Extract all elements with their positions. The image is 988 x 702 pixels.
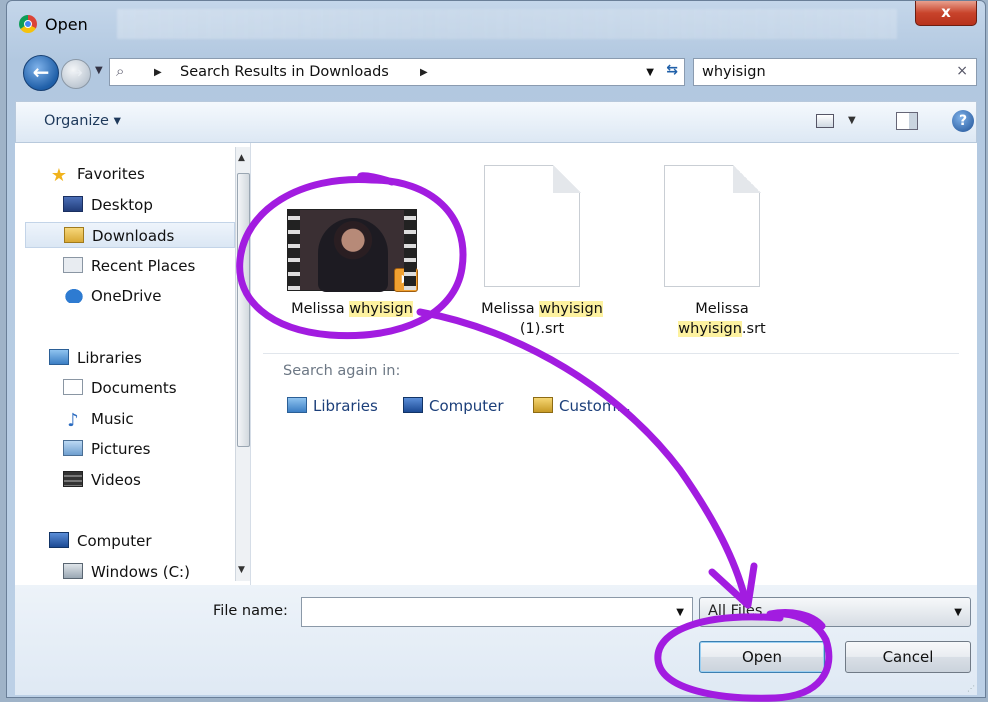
- chevron-down-icon: ▼: [954, 607, 962, 618]
- pictures-icon: [63, 440, 83, 456]
- back-button[interactable]: ←: [23, 55, 59, 91]
- command-bar: Organize ▾ ▼ ?: [15, 101, 977, 143]
- search-again-libraries[interactable]: Libraries: [287, 397, 378, 415]
- nav-music[interactable]: ♪ Music: [63, 406, 133, 432]
- document-fold-icon: [553, 165, 581, 193]
- file-name: Melissa whyisign (1).srt: [481, 301, 603, 337]
- forward-arrow-icon: →: [69, 63, 83, 82]
- scroll-thumb[interactable]: [237, 173, 250, 447]
- file-list: ▶ Melissa whyisign Melissa whyisign (1).s…: [251, 143, 977, 585]
- blurred-background-tabs: [117, 9, 897, 39]
- nav-favorites[interactable]: ★ Favorites: [49, 161, 145, 187]
- nav-libraries[interactable]: Libraries: [49, 345, 142, 371]
- drive-icon: [63, 563, 83, 579]
- nav-onedrive[interactable]: OneDrive: [63, 283, 162, 309]
- nav-windows-drive[interactable]: Windows (C:): [63, 559, 190, 585]
- nav-documents[interactable]: Documents: [63, 375, 177, 401]
- open-dialog: Open x ← → ▼ ⌕ ▶ Search Results in Downl…: [6, 0, 986, 698]
- open-button[interactable]: Open: [699, 641, 825, 673]
- library-icon: [287, 397, 307, 413]
- file-name: Melissa whyisign.srt: [678, 301, 766, 337]
- nav-downloads[interactable]: Downloads: [25, 222, 235, 248]
- recent-places-icon: [63, 257, 83, 273]
- organize-menu[interactable]: Organize ▾: [44, 113, 121, 129]
- document-fold-icon: [733, 165, 761, 193]
- search-again-label: Search again in:: [283, 363, 401, 379]
- nav-videos[interactable]: Videos: [63, 467, 141, 493]
- breadcrumb[interactable]: Search Results in Downloads: [180, 64, 389, 80]
- nav-recent-places[interactable]: Recent Places: [63, 253, 195, 279]
- file-name-input[interactable]: [308, 602, 648, 618]
- divider: [263, 353, 959, 354]
- cloud-icon: [63, 287, 83, 303]
- video-frame-image: [318, 218, 388, 292]
- refresh-icon[interactable]: ⇆: [666, 62, 678, 78]
- close-button[interactable]: x: [915, 1, 977, 26]
- change-view-icon[interactable]: [816, 114, 834, 128]
- file-name-field[interactable]: ▼: [301, 597, 693, 627]
- desktop-icon: [63, 196, 83, 212]
- search-box[interactable]: ×: [693, 58, 977, 86]
- cancel-button[interactable]: Cancel: [845, 641, 971, 673]
- navigation-pane: ★ Favorites Desktop Downloads Recent Plac…: [15, 143, 251, 585]
- video-thumbnail: ▶: [287, 209, 418, 292]
- library-icon: [49, 349, 69, 365]
- nav-desktop[interactable]: Desktop: [63, 192, 153, 218]
- nav-scrollbar[interactable]: ▲ ▼: [235, 147, 250, 581]
- star-icon: ★: [50, 165, 68, 186]
- dialog-title: Open: [45, 15, 88, 34]
- breadcrumb-chevron-icon[interactable]: ▶: [154, 67, 162, 78]
- computer-icon: [403, 397, 423, 413]
- search-again-custom[interactable]: Custom...: [533, 397, 631, 415]
- address-dropdown-icon[interactable]: ▼: [646, 67, 654, 78]
- back-arrow-icon: ←: [32, 60, 50, 84]
- file-name: Melissa whyisign: [291, 301, 413, 317]
- documents-icon: [63, 379, 83, 395]
- breadcrumb-chevron-icon[interactable]: ▶: [420, 67, 428, 78]
- film-strip-icon: [63, 471, 83, 487]
- file-name-label: File name:: [213, 603, 288, 619]
- chrome-icon: [19, 15, 37, 33]
- computer-icon: [49, 532, 69, 548]
- file-type-filter[interactable]: All Files ▼: [699, 597, 971, 627]
- file-type-value: All Files: [708, 603, 763, 619]
- search-again-computer[interactable]: Computer: [403, 397, 504, 415]
- title-bar: Open x: [7, 1, 985, 45]
- close-icon: x: [941, 3, 951, 21]
- view-dropdown-icon[interactable]: ▼: [848, 115, 856, 126]
- address-bar[interactable]: ⌕ ▶ Search Results in Downloads ▶ ▼ ⇆: [109, 58, 685, 86]
- preview-pane-icon[interactable]: [896, 112, 918, 130]
- recent-locations-dropdown-icon[interactable]: ▼: [95, 65, 103, 76]
- search-results-icon: ⌕: [116, 62, 125, 80]
- file-name-dropdown-icon[interactable]: ▼: [676, 607, 684, 618]
- downloads-folder-icon: [64, 227, 84, 243]
- file-item-video[interactable]: ▶ Melissa whyisign: [251, 143, 453, 343]
- scroll-down-icon[interactable]: ▼: [238, 565, 245, 575]
- dialog-footer: File name: ▼ All Files ▼ Open Cancel ⋰: [15, 585, 977, 695]
- file-item-srt-1[interactable]: Melissa whyisign (1).srt: [457, 143, 627, 343]
- search-input[interactable]: [702, 62, 942, 82]
- file-item-srt-2[interactable]: Melissa whyisign.srt: [637, 143, 807, 343]
- scroll-up-icon[interactable]: ▲: [238, 153, 245, 163]
- play-icon: ▶: [394, 268, 418, 292]
- address-row: ← → ▼ ⌕ ▶ Search Results in Downloads ▶ …: [7, 51, 985, 95]
- nav-pictures[interactable]: Pictures: [63, 436, 150, 462]
- clear-search-icon[interactable]: ×: [956, 63, 968, 79]
- music-note-icon: ♪: [67, 410, 79, 431]
- custom-folder-icon: [533, 397, 553, 413]
- help-icon[interactable]: ?: [952, 110, 974, 132]
- resize-grip-icon[interactable]: ⋰: [967, 684, 975, 693]
- nav-computer[interactable]: Computer: [49, 528, 152, 554]
- forward-button[interactable]: →: [61, 59, 91, 89]
